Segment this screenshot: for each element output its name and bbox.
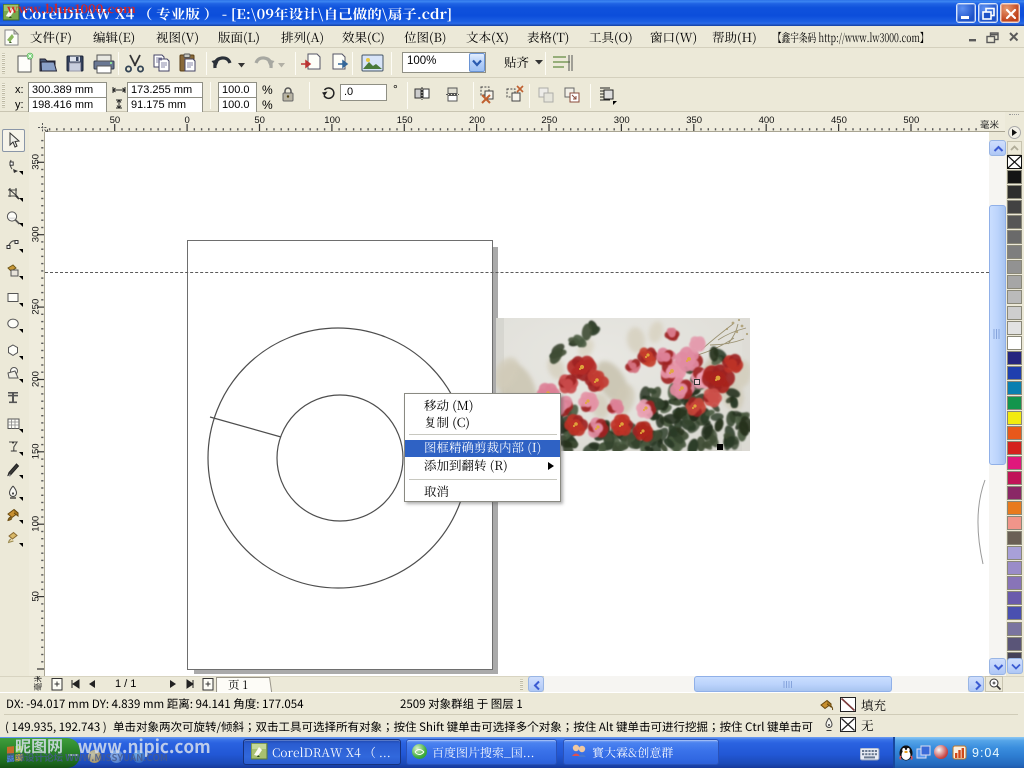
svg-text:50: 50 (110, 115, 121, 126)
svg-text:250: 250 (541, 115, 557, 126)
svg-text:0: 0 (185, 115, 190, 126)
svg-text:150: 150 (31, 443, 42, 459)
svg-text:50: 50 (254, 115, 265, 126)
svg-text:450: 450 (831, 115, 847, 126)
svg-text:500: 500 (903, 115, 919, 126)
svg-text:300: 300 (31, 226, 42, 242)
svg-text:350: 350 (686, 115, 702, 126)
svg-text:100: 100 (324, 115, 340, 126)
svg-text:350: 350 (31, 154, 42, 170)
svg-text:250: 250 (31, 299, 42, 315)
svg-text:300: 300 (614, 115, 630, 126)
svg-text:100: 100 (31, 516, 42, 532)
svg-text:400: 400 (759, 115, 775, 126)
svg-text:50: 50 (31, 591, 42, 602)
svg-text:150: 150 (397, 115, 413, 126)
svg-text:200: 200 (469, 115, 485, 126)
svg-text:200: 200 (31, 371, 42, 387)
